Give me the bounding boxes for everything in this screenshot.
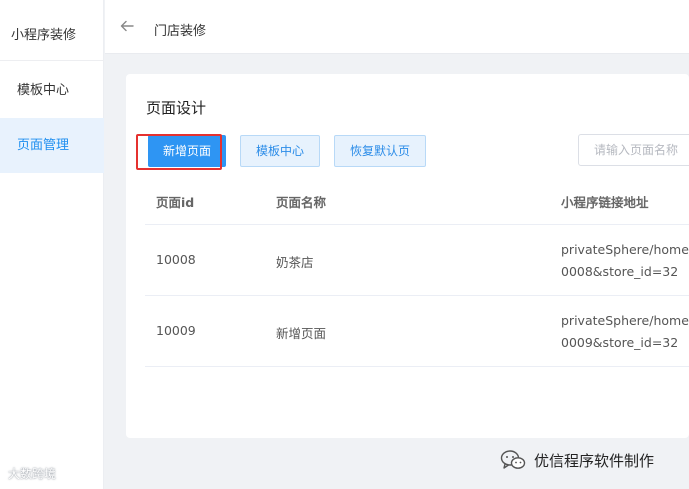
column-header-name: 页面名称 — [276, 195, 327, 210]
watermark-right: 优信程序软件制作 — [500, 447, 654, 473]
url-line: 0008&store_id=32 — [561, 264, 679, 279]
watermark-text: 优信程序软件制作 — [534, 451, 655, 470]
cell-page-name: 奶茶店 — [276, 255, 314, 270]
page-design-card: 页面设计 新增页面 模板中心 恢复默认页 页面id 页面名称 小程序链接地址 1… — [126, 74, 689, 438]
table-row[interactable]: 10008 奶茶店 privateSphere/home/ 0008&store… — [145, 224, 689, 295]
header: 门店装修 — [105, 0, 689, 54]
table-row[interactable]: 10009 新增页面 privateSphere/home/ 0009&stor… — [145, 295, 689, 366]
cell-page-url: privateSphere/home/ 0008&store_id=32 — [561, 239, 689, 283]
column-header-url: 小程序链接地址 — [561, 195, 649, 210]
template-center-button[interactable]: 模板中心 — [240, 135, 320, 167]
column-header-id: 页面id — [156, 195, 195, 210]
sidebar-title: 小程序装修 — [11, 28, 77, 43]
table-bottom-border — [145, 366, 689, 367]
sidebar-item-template-center[interactable]: 模板中心 — [0, 63, 104, 118]
watermark-text: 大数跨境 — [8, 467, 57, 481]
sidebar-divider — [0, 60, 104, 61]
section-title: 页面设计 — [146, 99, 207, 117]
add-page-button[interactable]: 新增页面 — [148, 135, 226, 167]
restore-default-button[interactable]: 恢复默认页 — [334, 135, 426, 167]
cell-page-name: 新增页面 — [276, 326, 327, 341]
cell-page-id: 10008 — [156, 252, 196, 267]
url-line: privateSphere/home/ — [561, 313, 689, 328]
arrow-left-icon[interactable] — [119, 18, 135, 34]
watermark-left: 大数跨境 — [8, 465, 56, 482]
page-name-search-input[interactable] — [578, 134, 689, 166]
app-root: 小程序装修 模板中心 页面管理 门店装修 页面设计 新增页面 模板中心 恢复默认… — [0, 0, 689, 489]
sidebar: 小程序装修 模板中心 页面管理 — [0, 0, 104, 489]
page-title: 门店装修 — [154, 24, 207, 39]
cell-page-id: 10009 — [156, 323, 196, 338]
cell-page-url: privateSphere/home/ 0009&store_id=32 — [561, 310, 689, 354]
url-line: privateSphere/home/ — [561, 242, 689, 257]
wechat-icon — [500, 450, 526, 469]
url-line: 0009&store_id=32 — [561, 335, 679, 350]
sidebar-item-page-management[interactable]: 页面管理 — [0, 118, 104, 173]
